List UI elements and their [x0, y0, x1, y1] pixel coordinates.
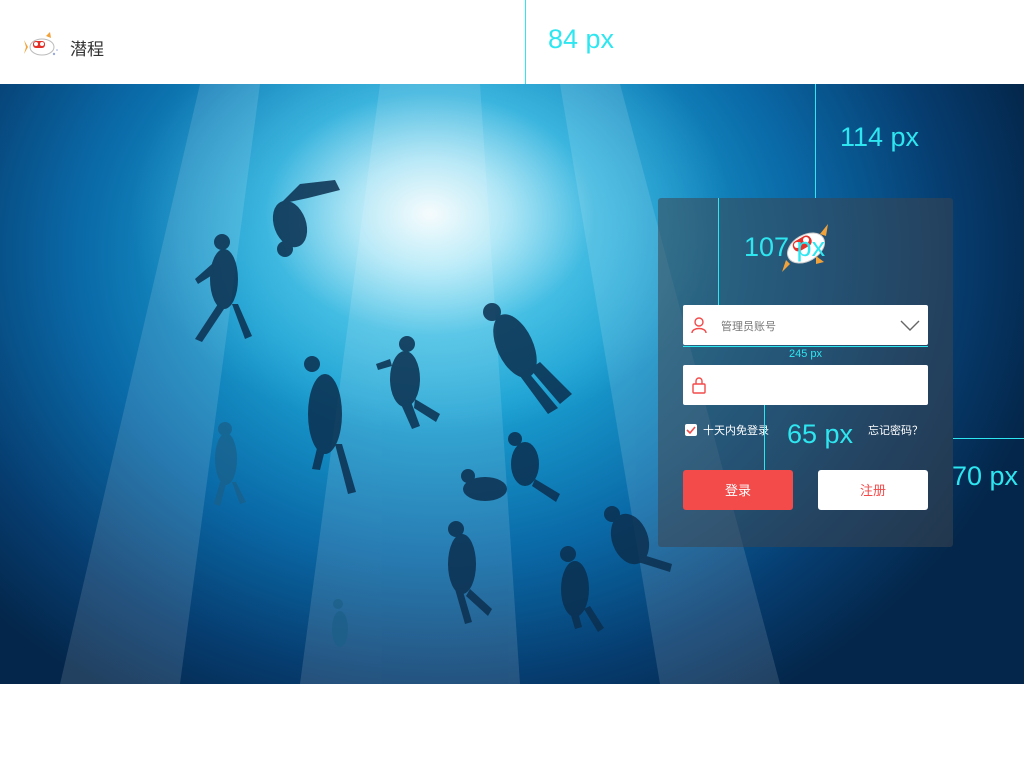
annotation-header-height: 84 px: [548, 24, 615, 54]
password-field[interactable]: [683, 365, 928, 405]
username-field[interactable]: 管理员账号: [683, 305, 928, 345]
annotation-line: [683, 346, 928, 347]
chevron-down-icon[interactable]: [900, 319, 920, 333]
annotation-top-gap: 114 px: [840, 122, 920, 152]
annotation-line: [953, 438, 1024, 439]
register-button[interactable]: 注册: [818, 470, 928, 510]
annotation-right-gap: 70 px: [952, 461, 1019, 491]
login-button[interactable]: 登录: [683, 470, 793, 510]
diver-silhouette: [560, 546, 604, 632]
annotation-line: [815, 84, 816, 198]
remember-label: 十天内免登录: [703, 424, 769, 437]
annotation-line: [718, 198, 719, 305]
annotation-line: [525, 0, 526, 84]
brand-name: 潜程: [70, 40, 104, 60]
forgot-password-link[interactable]: 忘记密码？: [868, 422, 923, 438]
diver-silhouette: [214, 422, 246, 506]
remember-me[interactable]: 十天内免登录: [685, 422, 769, 438]
annotation-input-gap: 65 px: [787, 419, 854, 449]
annotation-line: [764, 405, 765, 470]
password-input[interactable]: [719, 371, 923, 401]
annotation-logo-gap: 107 px: [744, 232, 826, 262]
diver-silhouette: [272, 180, 340, 257]
annotation-input-width: 245 px: [789, 348, 823, 360]
remember-checkbox[interactable]: [685, 424, 697, 436]
user-icon: [691, 317, 707, 334]
lock-icon: [692, 377, 706, 394]
username-placeholder: 管理员账号: [721, 320, 776, 333]
header: 潜程: [0, 0, 1024, 84]
check-icon: [686, 426, 696, 435]
mascot-fish-icon[interactable]: [24, 28, 60, 64]
